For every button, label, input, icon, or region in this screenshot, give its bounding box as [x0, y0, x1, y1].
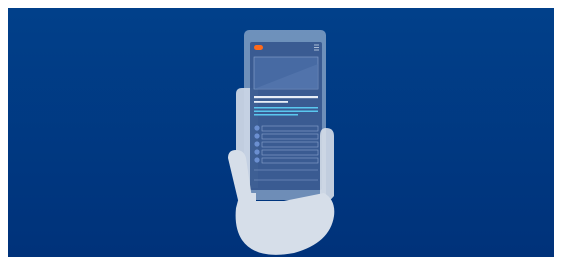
- list-bullet-icon: [254, 157, 260, 163]
- list-bullet-icon: [254, 141, 260, 147]
- app-logo-pill: [254, 45, 263, 50]
- headline-line: [254, 96, 318, 99]
- highlight-line-3: [254, 114, 298, 116]
- hero-illustration: [8, 8, 554, 257]
- highlight-line-1: [254, 107, 318, 109]
- subhead-line: [254, 101, 288, 103]
- highlight-line-2: [254, 110, 318, 112]
- list-bullet-icon: [254, 149, 260, 155]
- hero-image-placeholder: [253, 56, 319, 90]
- list-bullet-icon: [254, 133, 260, 139]
- fingers-right: [320, 128, 334, 202]
- phone: [244, 30, 326, 200]
- hand-holding-phone-icon: [8, 8, 554, 257]
- list-bullet-icon: [254, 125, 260, 131]
